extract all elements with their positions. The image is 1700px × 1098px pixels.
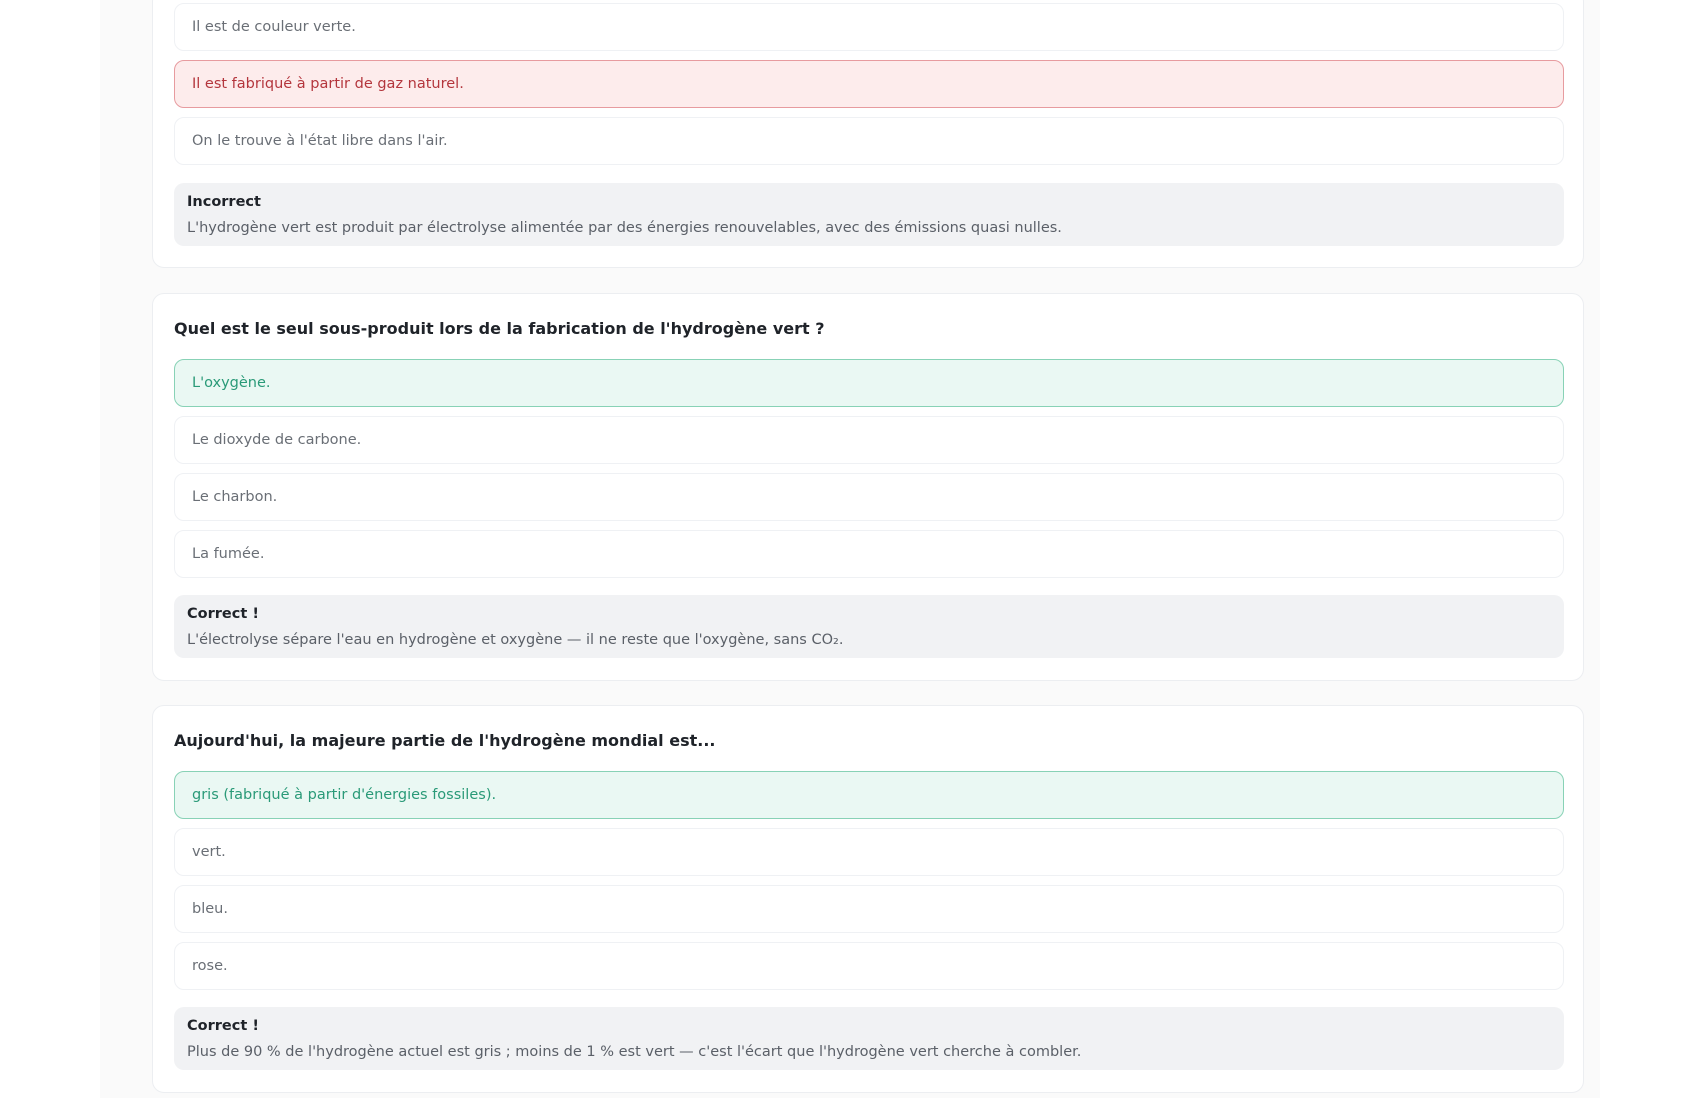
answer-option-selected-correct[interactable]: gris (fabriqué à partir d'énergies fossi… xyxy=(174,771,1564,819)
answer-option-label: rose. xyxy=(192,958,228,974)
answer-option[interactable]: Il est de couleur verte. xyxy=(174,3,1564,51)
answer-option[interactable]: rose. xyxy=(174,942,1564,990)
feedback-text: Plus de 90 % de l'hydrogène actuel est g… xyxy=(187,1044,1082,1060)
answer-option[interactable]: Le charbon. xyxy=(174,473,1564,521)
answer-option-label: gris (fabriqué à partir d'énergies fossi… xyxy=(192,787,497,803)
answer-option[interactable]: Le dioxyde de carbone. xyxy=(174,416,1564,464)
answer-option-label: bleu. xyxy=(192,901,228,917)
feedback-text: L'hydrogène vert est produit par électro… xyxy=(187,220,1062,236)
answer-option-label: Le charbon. xyxy=(192,489,278,505)
answer-option-label: Il est de couleur verte. xyxy=(192,19,356,35)
answer-option[interactable]: La fumée. xyxy=(174,530,1564,578)
answer-option-label: L'oxygène. xyxy=(192,375,271,391)
question-card-1: Il est de couleur verte. Il est fabriqué… xyxy=(152,0,1584,268)
feedback-title: Incorrect xyxy=(187,194,261,210)
question-card-2: Quel est le seul sous-produit lors de la… xyxy=(152,293,1584,681)
question-title: Quel est le seul sous-produit lors de la… xyxy=(174,319,825,338)
answer-option[interactable]: vert. xyxy=(174,828,1564,876)
quiz-page: Il est de couleur verte. Il est fabriqué… xyxy=(0,0,1700,1098)
feedback-box: Correct ! Plus de 90 % de l'hydrogène ac… xyxy=(174,1007,1564,1070)
answer-option-selected-wrong[interactable]: Il est fabriqué à partir de gaz naturel. xyxy=(174,60,1564,108)
answer-option-label: La fumée. xyxy=(192,546,265,562)
answer-option[interactable]: bleu. xyxy=(174,885,1564,933)
answer-option-label: Il est fabriqué à partir de gaz naturel. xyxy=(192,76,464,92)
question-title: Aujourd'hui, la majeure partie de l'hydr… xyxy=(174,731,716,750)
answer-option-selected-correct[interactable]: L'oxygène. xyxy=(174,359,1564,407)
answer-option-label: Le dioxyde de carbone. xyxy=(192,432,362,448)
answer-option[interactable]: On le trouve à l'état libre dans l'air. xyxy=(174,117,1564,165)
feedback-title: Correct ! xyxy=(187,606,259,622)
answer-option-label: On le trouve à l'état libre dans l'air. xyxy=(192,133,448,149)
feedback-box: Incorrect L'hydrogène vert est produit p… xyxy=(174,183,1564,246)
feedback-text: L'électrolyse sépare l'eau en hydrogène … xyxy=(187,632,844,648)
question-card-3: Aujourd'hui, la majeure partie de l'hydr… xyxy=(152,705,1584,1093)
feedback-title: Correct ! xyxy=(187,1018,259,1034)
answer-option-label: vert. xyxy=(192,844,226,860)
feedback-box: Correct ! L'électrolyse sépare l'eau en … xyxy=(174,595,1564,658)
